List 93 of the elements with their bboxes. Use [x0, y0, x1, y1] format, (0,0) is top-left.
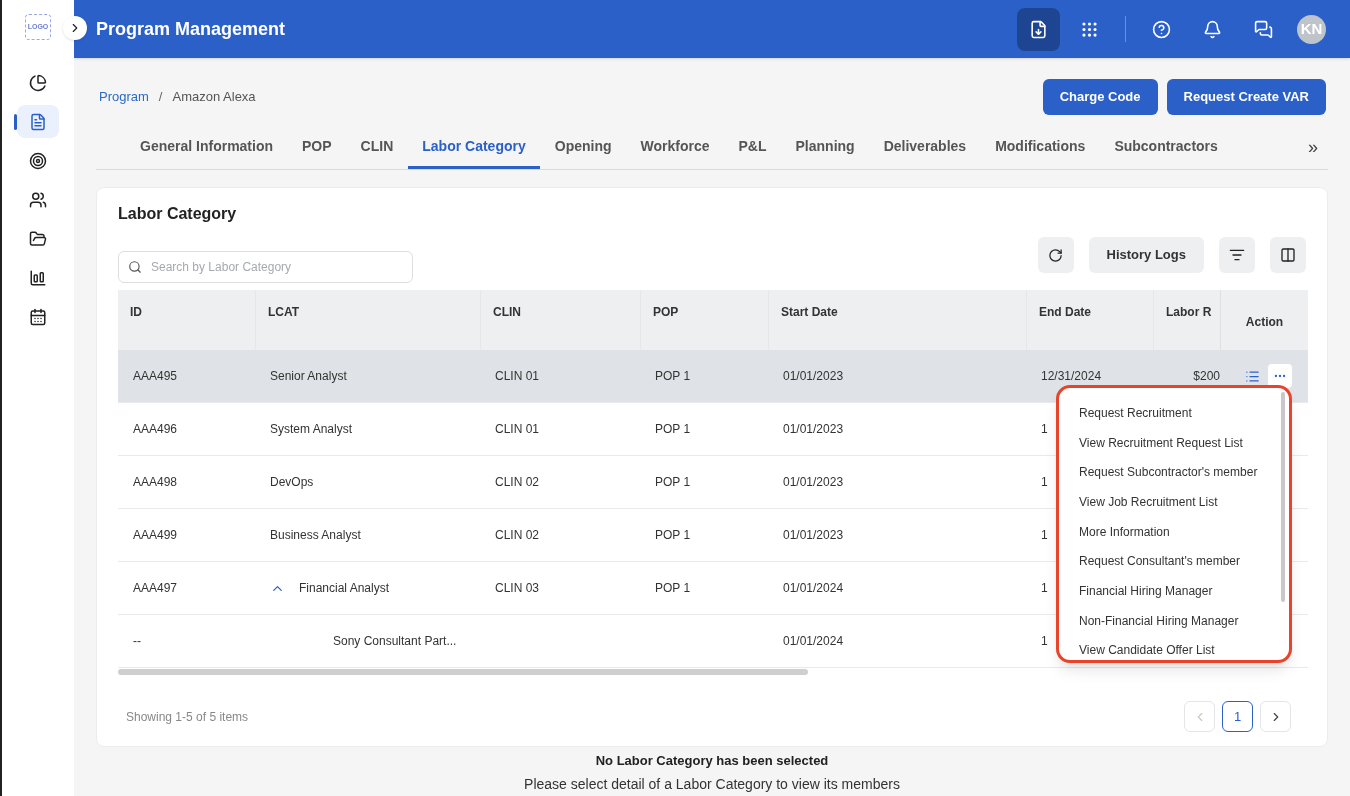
- calendar-icon: [29, 307, 47, 326]
- tab[interactable]: Labor Category: [408, 126, 540, 169]
- table-cell-text: AAA499: [133, 527, 178, 544]
- target-icon: [29, 151, 47, 170]
- table-cell-text: Financial Analyst: [299, 580, 390, 597]
- file-download-icon: [1029, 19, 1048, 39]
- horizontal-scrollbar[interactable]: [118, 669, 808, 675]
- menu-item[interactable]: More Information: [1079, 516, 1289, 547]
- empty-state-title: No Labor Category has been selected: [595, 752, 829, 770]
- refresh-icon: [1048, 247, 1064, 263]
- tab[interactable]: P&L: [724, 126, 781, 169]
- table-cell-text: AAA496: [133, 421, 178, 438]
- tab[interactable]: Deliverables: [869, 126, 981, 169]
- table-cell-text: CLIN 02: [495, 474, 540, 491]
- page-button[interactable]: 1: [1222, 701, 1253, 732]
- chat-icon: [1254, 19, 1273, 39]
- menu-item[interactable]: View Candidate Offer List: [1079, 635, 1289, 660]
- table-cell-text: 01/01/2023: [783, 368, 844, 385]
- breadcrumb-current: Amazon Alexa: [172, 88, 256, 107]
- table-cell-text: CLIN 03: [495, 580, 540, 597]
- search-icon: [128, 260, 142, 274]
- columns-button[interactable]: [1270, 237, 1306, 273]
- table-cell-text: 1: [1041, 527, 1048, 544]
- table-cell-text: DevOps: [270, 474, 314, 491]
- table-cell-text: Business Analyst: [270, 527, 361, 544]
- pie-chart-icon: [29, 73, 47, 92]
- menu-item[interactable]: Request Subcontractor's member: [1079, 457, 1289, 488]
- table-cell-text: 01/01/2023: [783, 421, 844, 438]
- expand-sidebar-button[interactable]: [63, 16, 87, 40]
- more-actions-button[interactable]: [1268, 364, 1292, 388]
- action-button[interactable]: Request Create VAR: [1166, 79, 1326, 115]
- empty-state-message: Please select detail of a Labor Category to view its members: [524, 774, 900, 794]
- refresh-button[interactable]: [1037, 237, 1074, 273]
- table-cell-text: POP 1: [655, 474, 691, 491]
- tab[interactable]: General Information: [126, 126, 288, 169]
- table-cell-text: 1: [1041, 580, 1048, 597]
- table-cell-text: 1: [1041, 633, 1048, 650]
- table-cell-text: 01/01/2023: [783, 527, 844, 544]
- tab[interactable]: CLIN: [346, 126, 408, 169]
- table-cell-text: Senior Analyst: [270, 368, 347, 385]
- table-cell-text: 12/31/2024: [1041, 368, 1102, 385]
- table-cell-text: CLIN 02: [495, 527, 540, 544]
- document-icon: [29, 112, 47, 131]
- table-cell-text: 1: [1041, 421, 1048, 438]
- tab[interactable]: POP: [288, 126, 346, 169]
- tab[interactable]: Subcontractors: [1100, 126, 1232, 169]
- tab[interactable]: Modifications: [981, 126, 1100, 169]
- menu-item[interactable]: Financial Hiring Manager: [1079, 576, 1289, 606]
- table-cell-text: System Analyst: [270, 421, 353, 438]
- filter-icon: [1229, 247, 1245, 263]
- help-icon: [1152, 19, 1171, 39]
- table-cell-text: 1: [1041, 474, 1048, 491]
- table-cell-text: $200: [1193, 368, 1220, 385]
- folder-icon: [29, 229, 47, 248]
- tab[interactable]: Workforce: [626, 126, 724, 169]
- table-cell-text: POP 1: [655, 368, 691, 385]
- table-cell-text: AAA498: [133, 474, 178, 491]
- search-field[interactable]: Search by Labor Category: [118, 251, 413, 283]
- column-header: ID: [129, 304, 143, 321]
- app-title: Program Management: [96, 17, 286, 41]
- toolbar-button[interactable]: [1017, 7, 1060, 51]
- notification-icon: [1203, 19, 1222, 39]
- table-cell-text: POP 1: [655, 421, 691, 438]
- filter-button[interactable]: [1219, 237, 1255, 273]
- items-summary: Showing 1-5 of 5 items: [125, 708, 249, 726]
- table-row[interactable]: AAA495 Senior Analyst CLIN 01 POP 1 01/01/2023 12/31/2024 $200: [118, 350, 1308, 403]
- breadcrumb-link[interactable]: Program: [99, 87, 149, 107]
- tab[interactable]: Planning: [781, 126, 869, 169]
- more-tabs-button[interactable]: »: [1308, 126, 1318, 169]
- action-button[interactable]: Charge Code: [1042, 79, 1158, 115]
- apps-grid-icon: [1080, 19, 1099, 39]
- columns-icon: [1280, 247, 1296, 263]
- table-cell-text: CLIN 01: [495, 421, 540, 438]
- card-title: Labor Category: [118, 204, 238, 224]
- details-list-icon[interactable]: [1245, 368, 1260, 384]
- menu-item[interactable]: View Recruitment Request List: [1079, 427, 1289, 458]
- bar-chart-icon: [29, 268, 47, 287]
- table-cell-text: POP 1: [655, 580, 691, 597]
- menu-scrollbar[interactable]: [1281, 392, 1285, 602]
- people-icon: [29, 190, 47, 209]
- breadcrumb-separator: /: [158, 88, 163, 107]
- table-cell-text: 01/01/2024: [783, 580, 844, 597]
- history-logs-button[interactable]: History Logs: [1088, 237, 1204, 273]
- active-indicator: [14, 114, 17, 130]
- table-cell-text: AAA495: [133, 368, 178, 385]
- table-cell-text: --: [133, 633, 141, 650]
- table-cell-text: AAA497: [133, 580, 178, 597]
- table-cell-text: CLIN 01: [495, 368, 540, 385]
- table-cell-text: 01/01/2023: [783, 474, 844, 491]
- tab[interactable]: Opening: [540, 126, 626, 169]
- table-cell-text: Sony Consultant Part...: [333, 633, 457, 650]
- table-cell-text: 01/01/2024: [783, 633, 844, 650]
- table-cell-text: POP 1: [655, 527, 691, 544]
